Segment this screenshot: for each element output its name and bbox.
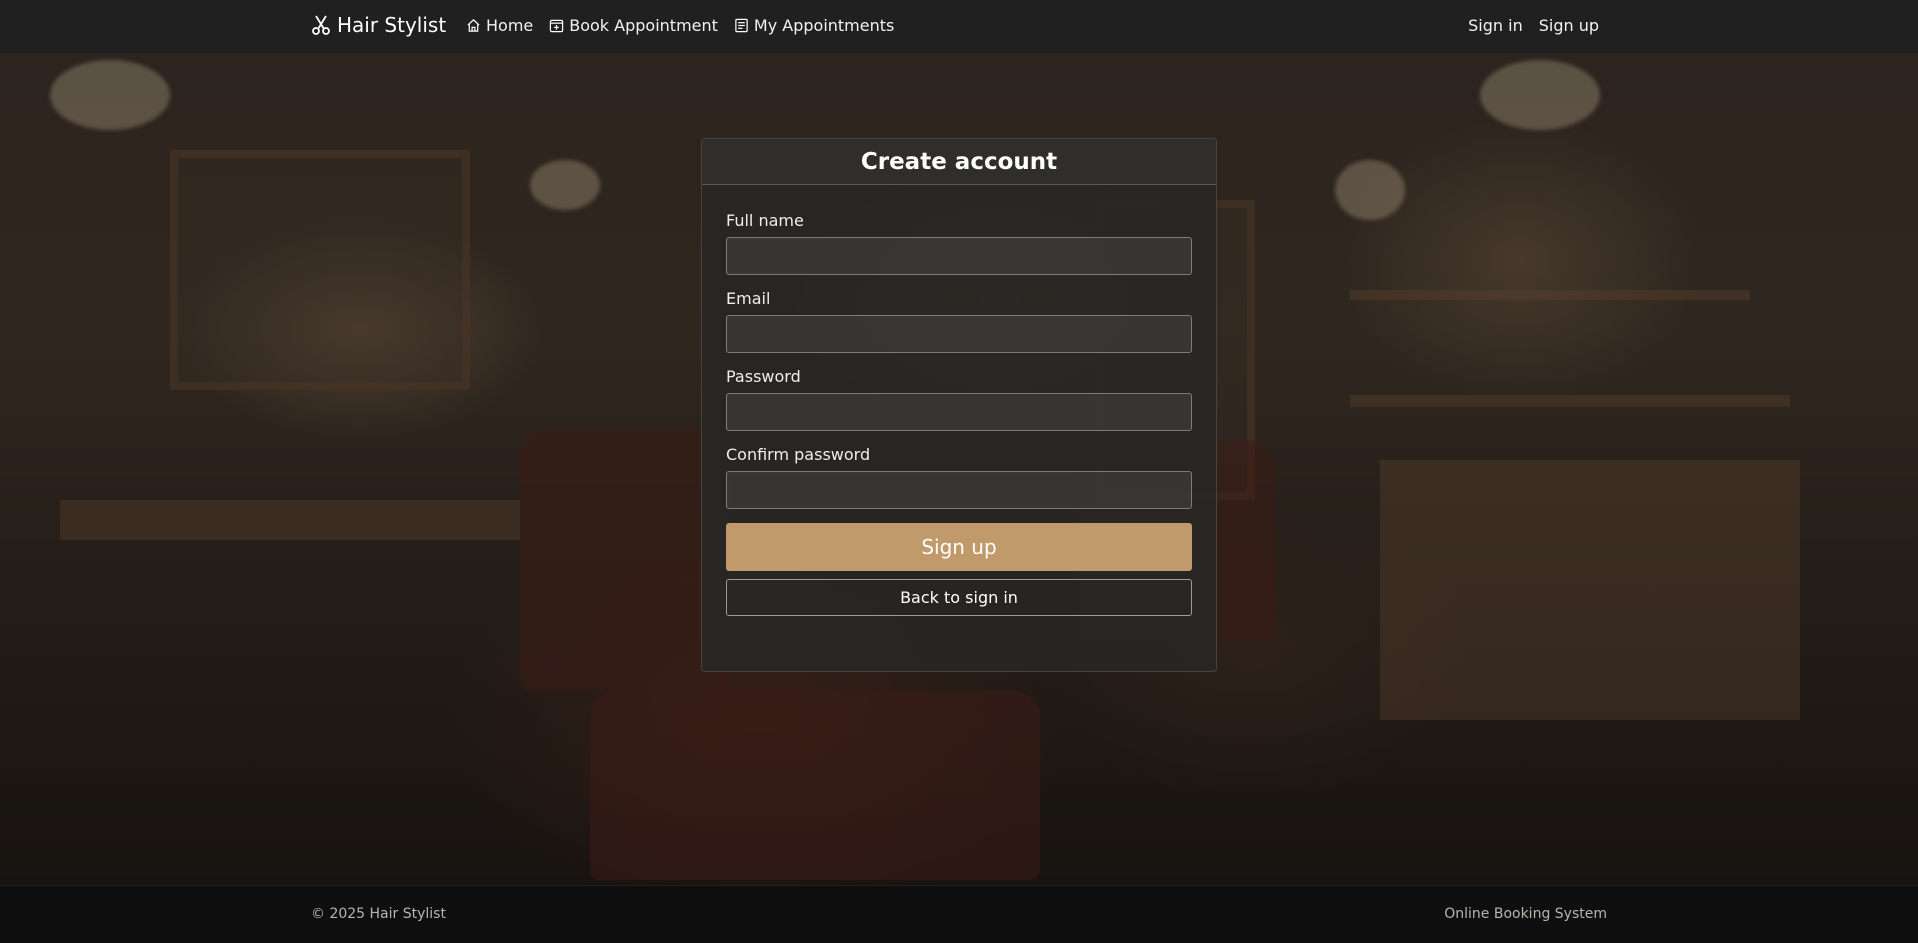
password-group: Password — [726, 367, 1192, 431]
nav-home[interactable]: Home — [466, 16, 533, 35]
full-name-group: Full name — [726, 211, 1192, 275]
confirm-password-group: Confirm password — [726, 445, 1192, 509]
full-name-label: Full name — [726, 211, 804, 230]
brand-link[interactable]: Hair Stylist — [311, 13, 446, 37]
footer: © 2025 Hair Stylist Online Booking Syste… — [0, 885, 1918, 943]
page-title: Create account — [860, 148, 1058, 175]
confirm-password-input[interactable] — [726, 471, 1192, 509]
footer-copyright: © 2025 Hair Stylist — [311, 906, 446, 922]
password-input[interactable] — [726, 393, 1192, 431]
signup-card: Create account Full name Email Password … — [701, 138, 1217, 672]
nav-home-label: Home — [486, 16, 534, 35]
sign-in-link[interactable]: Sign in — [1468, 16, 1523, 35]
footer-tagline: Online Booking System — [1444, 906, 1607, 922]
nav-book-appointment-label: Book Appointment — [569, 16, 718, 35]
navbar-inner: Hair Stylist Home Book Appointment My Ap… — [0, 0, 1918, 53]
back-to-sign-in-button[interactable]: Back to sign in — [726, 579, 1192, 616]
scissors-icon — [311, 14, 331, 36]
list-icon — [734, 18, 749, 33]
nav-book-appointment[interactable]: Book Appointment — [549, 16, 718, 35]
home-icon — [466, 18, 481, 33]
main-nav: Home Book Appointment My Appointments — [466, 16, 894, 35]
nav-my-appointments-label: My Appointments — [753, 16, 895, 35]
email-input[interactable] — [726, 315, 1192, 353]
nav-my-appointments[interactable]: My Appointments — [734, 16, 894, 35]
password-label: Password — [726, 367, 801, 386]
email-label: Email — [726, 289, 771, 308]
signup-form: Full name Email Password Confirm passwor… — [702, 185, 1216, 616]
auth-nav: Sign in Sign up — [1468, 16, 1599, 35]
full-name-input[interactable] — [726, 237, 1192, 275]
confirm-password-label: Confirm password — [726, 445, 871, 464]
sign-up-link[interactable]: Sign up — [1539, 16, 1599, 35]
email-group: Email — [726, 289, 1192, 353]
navbar: Hair Stylist Home Book Appointment My Ap… — [0, 0, 1918, 53]
brand-name: Hair Stylist — [337, 13, 447, 37]
card-header: Create account — [702, 139, 1216, 185]
calendar-plus-icon — [549, 18, 564, 33]
sign-up-button[interactable]: Sign up — [726, 523, 1192, 571]
